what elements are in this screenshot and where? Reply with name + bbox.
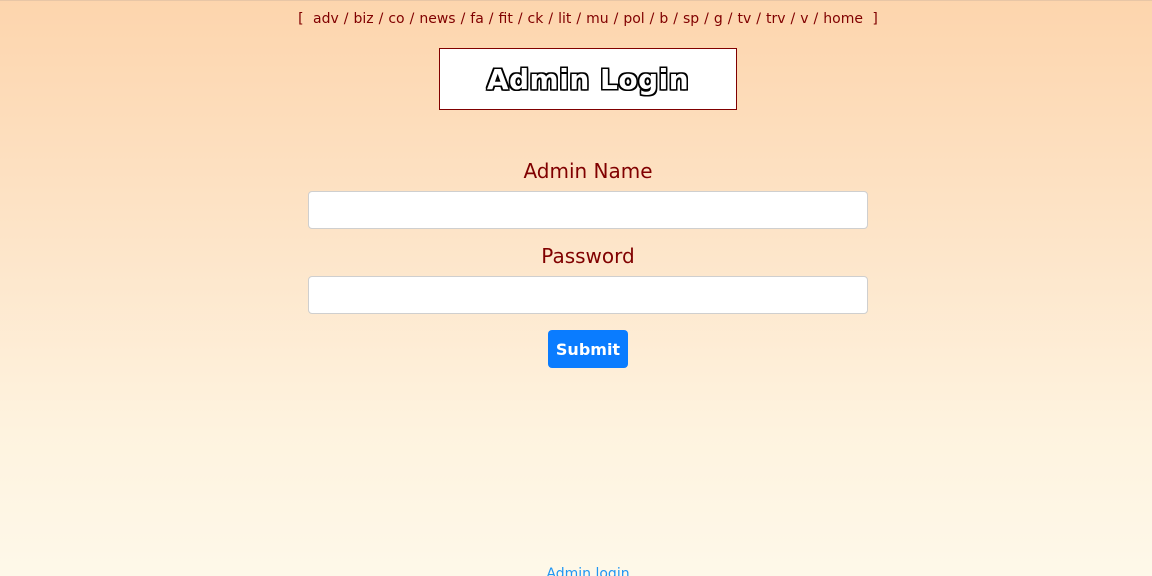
- admin-login-link[interactable]: Admin login: [0, 566, 1152, 576]
- nav-link-mu[interactable]: mu: [586, 11, 609, 27]
- nav-separator: /: [460, 11, 466, 27]
- nav-separator: /: [343, 11, 349, 27]
- board-nav: [ adv / biz / co / news / fa / fit / ck / lit / mu / pol / b…: [0, 11, 1152, 27]
- nav-separator: /: [813, 11, 819, 27]
- nav-separator: /: [649, 11, 655, 27]
- nav-separator: /: [576, 11, 582, 27]
- nav-link-pol[interactable]: pol: [623, 11, 644, 27]
- nav-separator: /: [727, 11, 733, 27]
- nav-link-fa[interactable]: fa: [470, 11, 484, 27]
- nav-separator: /: [488, 11, 494, 27]
- nav-link-lit[interactable]: lit: [558, 11, 571, 27]
- nav-link-home[interactable]: home: [823, 11, 863, 27]
- nav-link-sp[interactable]: sp: [683, 11, 699, 27]
- nav-separator: /: [517, 11, 523, 27]
- nav-close-bracket: ]: [872, 11, 878, 27]
- nav-link-adv[interactable]: adv: [313, 11, 339, 27]
- nav-links: adv / biz / co / news / fa / fit / ck / lit / mu / pol / b / s…: [308, 11, 868, 27]
- nav-separator: /: [613, 11, 619, 27]
- nav-link-biz[interactable]: biz: [354, 11, 374, 27]
- nav-link-co[interactable]: co: [388, 11, 404, 27]
- page-title: Admin Login: [486, 62, 690, 96]
- top-border: [0, 0, 1152, 1]
- password-input[interactable]: [308, 276, 868, 314]
- nav-separator: /: [790, 11, 796, 27]
- nav-link-news[interactable]: news: [419, 11, 455, 27]
- nav-separator: /: [673, 11, 678, 27]
- nav-link-tv[interactable]: tv: [738, 11, 752, 27]
- admin-name-label: Admin Name: [523, 159, 653, 183]
- nav-link-b[interactable]: b: [659, 11, 668, 27]
- nav-link-fit[interactable]: fit: [499, 11, 513, 27]
- nav-separator: /: [378, 11, 384, 27]
- nav-link-ck[interactable]: ck: [528, 11, 544, 27]
- nav-separator: /: [756, 11, 761, 27]
- nav-link-g[interactable]: g: [714, 11, 723, 27]
- nav-open-bracket: [: [298, 11, 304, 27]
- title-box: Admin Login: [439, 48, 737, 110]
- nav-separator: /: [548, 11, 554, 27]
- admin-name-input[interactable]: [308, 191, 868, 229]
- nav-separator: /: [409, 11, 415, 27]
- nav-separator: /: [704, 11, 709, 27]
- nav-link-trv[interactable]: trv: [766, 11, 786, 27]
- nav-link-v[interactable]: v: [800, 11, 808, 27]
- password-label: Password: [541, 244, 635, 268]
- submit-button[interactable]: Submit: [548, 330, 628, 368]
